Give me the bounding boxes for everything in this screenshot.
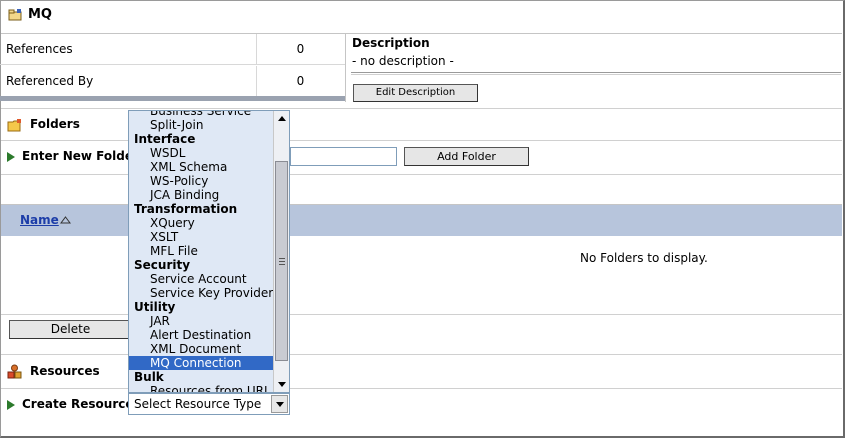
project-icon [8, 9, 22, 21]
edit-description-button[interactable]: Edit Description [353, 84, 478, 102]
sort-ascending-icon[interactable] [60, 216, 71, 224]
folder-icon [7, 119, 21, 132]
description-divider-shadow [351, 74, 841, 75]
dropdown-list: Business Service Split-Join Interface WSDL X… [129, 111, 273, 392]
dropdown-option[interactable]: WS-Policy [129, 174, 273, 188]
description-heading: Description [352, 36, 430, 50]
resources-icon [7, 364, 22, 379]
referenced-by-label: Referenced By [6, 74, 94, 88]
name-column-sort-link[interactable]: Name [20, 213, 59, 227]
section-divider [1, 108, 842, 109]
references-row: References 0 [0, 34, 345, 65]
dropdown-group-label: Interface [134, 132, 196, 146]
scrollbar-thumb[interactable] [275, 161, 288, 361]
dropdown-option[interactable]: XQuery [129, 216, 273, 230]
dropdown-option[interactable]: XML Schema [129, 160, 273, 174]
folders-title: Folders [30, 117, 80, 131]
dropdown-option[interactable]: Service Key Provider [129, 286, 273, 300]
dropdown-group-label: Transformation [134, 202, 238, 216]
references-label: References [6, 42, 73, 56]
description-divider [351, 72, 841, 73]
dropdown-option[interactable]: JCA Binding [129, 188, 273, 202]
dropdown-option[interactable]: XML Document [129, 342, 273, 356]
references-divider [0, 96, 345, 101]
description-text: - no description - [352, 54, 454, 68]
referenced-by-count: 0 [256, 66, 344, 97]
delete-button[interactable]: Delete [9, 320, 132, 339]
create-resource-label: Create Resource: [22, 397, 139, 411]
expand-arrow-icon [7, 152, 15, 162]
dropdown-option[interactable]: Split-Join [129, 118, 273, 132]
scroll-up-icon[interactable] [278, 116, 286, 121]
column-divider [345, 34, 346, 102]
dropdown-group-label: Security [134, 258, 191, 272]
dropdown-group-label: Bulk [134, 370, 164, 384]
page-header [1, 1, 842, 34]
references-count: 0 [256, 34, 344, 65]
referenced-by-row: Referenced By 0 [0, 66, 345, 97]
resources-title: Resources [30, 364, 100, 378]
chevron-down-icon[interactable] [271, 395, 288, 413]
dropdown-option[interactable]: XSLT [129, 230, 273, 244]
dropdown-option[interactable]: WSDL [129, 146, 273, 160]
dropdown-option[interactable]: Alert Destination [129, 328, 273, 342]
dropdown-option[interactable]: Business Service [129, 111, 273, 118]
scroll-down-icon[interactable] [278, 382, 286, 387]
resource-type-selected: Select Resource Type [134, 397, 262, 411]
resource-type-select[interactable]: Select Resource Type [128, 393, 290, 415]
dropdown-option[interactable]: MQ Connection [129, 356, 273, 370]
dropdown-group-label: Utility [134, 300, 176, 314]
dropdown-option[interactable]: Resources from URL [129, 384, 273, 392]
dropdown-scrollbar[interactable] [273, 111, 289, 392]
dropdown-option[interactable]: JAR [129, 314, 273, 328]
dropdown-option[interactable]: MFL File [129, 244, 273, 258]
add-folder-button[interactable]: Add Folder [404, 147, 529, 166]
resource-type-dropdown[interactable]: Business Service Split-Join Interface WSDL X… [128, 110, 290, 393]
empty-folders-message: No Folders to display. [580, 251, 708, 265]
references-table: References 0 Referenced By 0 [0, 34, 345, 102]
new-folder-input[interactable] [290, 147, 397, 166]
expand-arrow-icon [7, 400, 15, 410]
dropdown-option[interactable]: Service Account [129, 272, 273, 286]
page-title: MQ [28, 7, 52, 22]
new-folder-label: Enter New Folder [22, 149, 139, 163]
